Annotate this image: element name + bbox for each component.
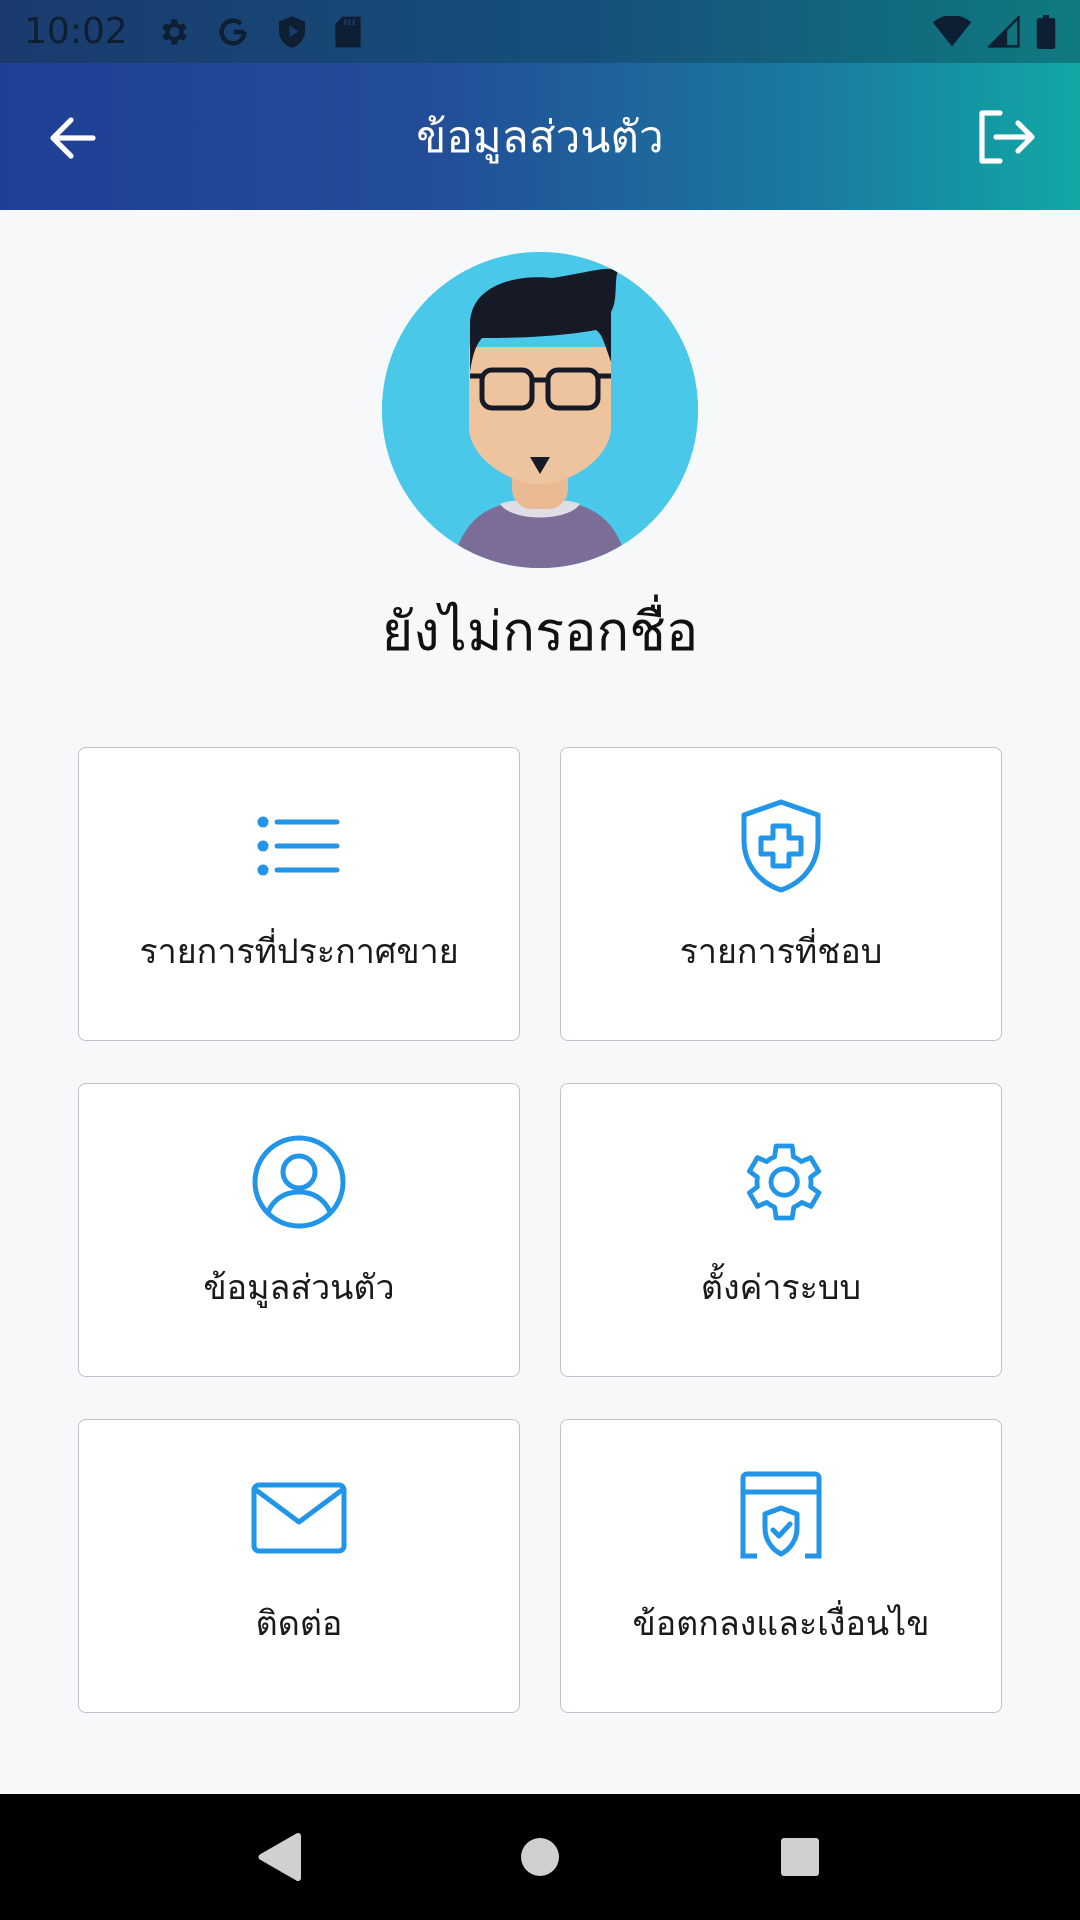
menu-grid: รายการที่ประกาศขาย รายการที่ชอบ ข้อมูลส่… — [78, 747, 1002, 1713]
status-bar: 10:02 — [0, 0, 1080, 63]
menu-label: ข้อมูลส่วนตัว — [203, 1268, 395, 1308]
signal-icon — [988, 15, 1020, 48]
menu-card-settings[interactable]: ตั้งค่าระบบ — [560, 1083, 1002, 1377]
shield-plus-icon — [731, 796, 831, 896]
wifi-icon — [932, 15, 972, 48]
terms-shield-icon — [731, 1468, 831, 1568]
app-bar: ข้อมูลส่วนตัว — [0, 63, 1080, 210]
battery-icon — [1036, 14, 1056, 49]
mail-icon — [249, 1468, 349, 1568]
menu-label: รายการที่ประกาศขาย — [139, 932, 459, 972]
gear-icon — [156, 15, 190, 49]
back-button[interactable] — [38, 103, 108, 173]
status-icons-right — [932, 14, 1056, 49]
menu-label: ข้อตกลงและเงื่อนไข — [632, 1604, 930, 1644]
nav-back-button[interactable] — [240, 1817, 320, 1897]
nav-home-button[interactable] — [500, 1817, 580, 1897]
menu-label: รายการที่ชอบ — [679, 932, 883, 972]
menu-card-favorites[interactable]: รายการที่ชอบ — [560, 747, 1002, 1041]
shield-play-icon — [276, 15, 308, 49]
page-title: ข้อมูลส่วนตัว — [416, 111, 664, 163]
menu-label: ติดต่อ — [255, 1604, 343, 1644]
status-time: 10:02 — [24, 11, 128, 52]
avatar — [382, 252, 698, 568]
logout-icon — [979, 110, 1035, 164]
user-circle-icon — [249, 1132, 349, 1232]
back-triangle-icon — [258, 1832, 301, 1882]
recents-square-icon — [781, 1838, 819, 1876]
nav-recents-button[interactable] — [760, 1817, 840, 1897]
sd-card-icon — [334, 15, 362, 49]
system-nav-bar — [0, 1794, 1080, 1920]
logout-button[interactable] — [970, 101, 1042, 173]
gear-icon — [731, 1132, 831, 1232]
home-circle-icon — [521, 1838, 559, 1876]
status-icons-left — [156, 15, 362, 49]
list-icon — [249, 796, 349, 896]
avatar-illustration — [382, 252, 698, 568]
menu-card-profile[interactable]: ข้อมูลส่วนตัว — [78, 1083, 520, 1377]
menu-card-contact[interactable]: ติดต่อ — [78, 1419, 520, 1713]
menu-card-terms[interactable]: ข้อตกลงและเงื่อนไข — [560, 1419, 1002, 1713]
profile-name: ยังไม่กรอกชื่อ — [381, 600, 699, 663]
menu-card-listings[interactable]: รายการที่ประกาศขาย — [78, 747, 520, 1041]
menu-label: ตั้งค่าระบบ — [700, 1268, 862, 1308]
arrow-left-icon — [50, 117, 96, 159]
google-icon — [216, 15, 250, 49]
